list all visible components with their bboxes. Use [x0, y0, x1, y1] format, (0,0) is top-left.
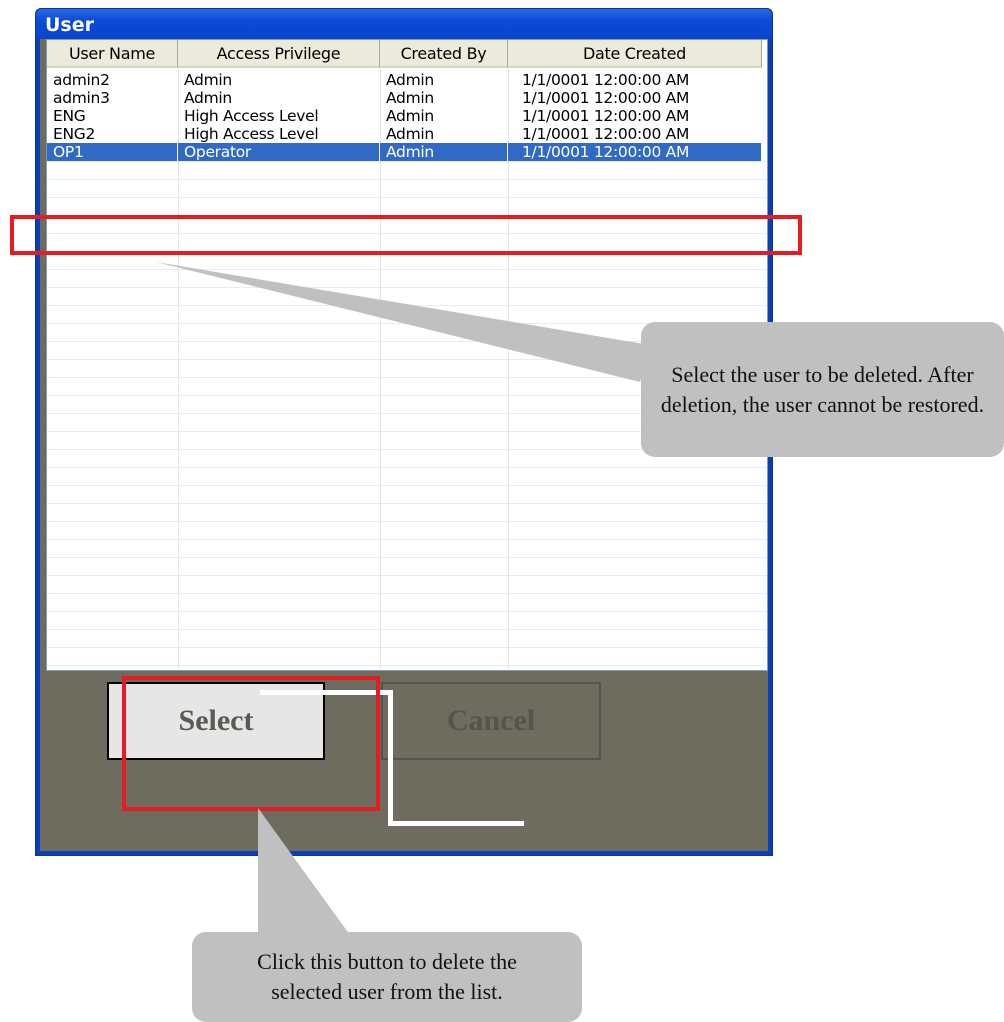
button-callout: Click this button to delete the selected… — [192, 932, 582, 1022]
list-callout-pointer — [156, 262, 650, 382]
button-callout-pointer — [258, 808, 350, 935]
list-callout-text: Select the user to be deleted. After del… — [660, 361, 985, 417]
callout-pointers — [156, 262, 650, 935]
button-callout-text: Click this button to delete the selected… — [257, 949, 517, 1004]
list-callout: Select the user to be deleted. After del… — [641, 322, 1004, 457]
